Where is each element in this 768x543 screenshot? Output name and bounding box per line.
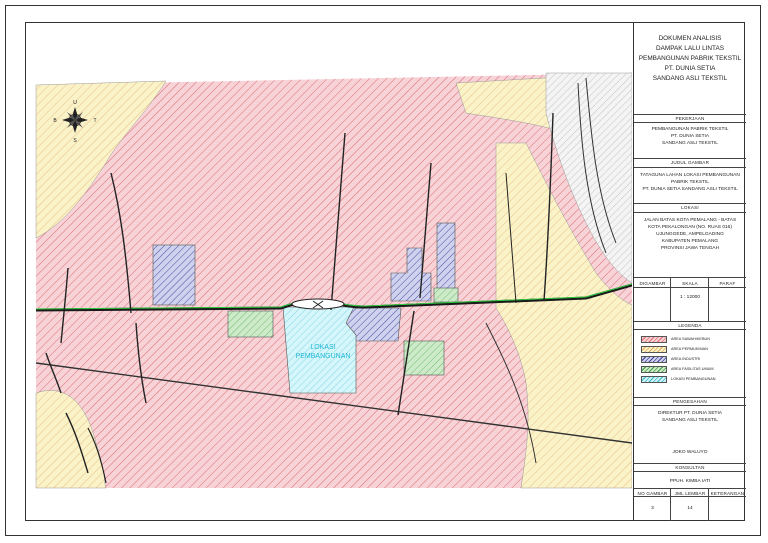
pekerjaan-line: PEMBANGUNAN PABRIK TEKSTIL (651, 127, 729, 132)
judul-line: PABRIK TEKSTIL (671, 180, 709, 185)
divider (634, 122, 746, 123)
lokasi-line: KABUPATEN PEMALANG (661, 239, 719, 244)
divider (634, 329, 746, 330)
divider (634, 287, 746, 288)
industri-1 (152, 244, 196, 306)
legend-swatch (641, 346, 667, 353)
land-use-map: LOKASI PEMBANGUNAN U S B T (35, 72, 632, 489)
divider (634, 405, 746, 406)
judul-header: JUDUL GAMBAR (670, 160, 710, 165)
pengesahan-line: SANDANG ASLI TEKSTIL (662, 418, 718, 423)
konsultan-name: PPUH. KIMBA IATI (669, 479, 711, 484)
legend-item: AREA PERMUKIMAN (641, 346, 741, 354)
document-title: DOKUMEN ANALISIS DAMPAK LALU LINTAS PEMB… (634, 34, 746, 84)
divider (634, 167, 746, 168)
legend-swatch (641, 366, 667, 373)
legend-swatch (641, 356, 667, 363)
jml-lembar-value: 14 (687, 506, 693, 511)
judul-line: PT. DUNIA SETIA SANDANG ASLI TEKSTIL (642, 187, 738, 192)
doc-title-line: SANDANG ASLI TEKSTIL (652, 75, 728, 82)
legend-item: AREA INDUSTRI (641, 356, 741, 364)
pengesahan-line: DIREKTUR PT. DUNIA SETIA (658, 411, 722, 416)
pengesahan-text: DIREKTUR PT. DUNIA SETIA SANDANG ASLI TE… (634, 410, 746, 424)
pekerjaan-line: PT. DUNIA SETIA (670, 134, 710, 139)
industri-3 (436, 222, 456, 294)
pengesahan-header: PENGESAHAN (673, 399, 707, 404)
title-block: DOKUMEN ANALISIS DAMPAK LALU LINTAS PEMB… (633, 22, 746, 521)
lokasi-header: LOKASI (681, 205, 699, 210)
no-gambar-cell: NO GAMBAR 3 (634, 488, 671, 521)
lokasi-line: PROVINSI JAWA TENGAH (660, 246, 720, 251)
divider (634, 212, 746, 213)
konsultan-header: KONSULTAN (675, 465, 705, 470)
site-label-line1: LOKASI (310, 344, 335, 351)
legend-swatch (641, 376, 667, 383)
fasum-1 (227, 310, 274, 338)
paraf-header: PARAF (719, 281, 736, 286)
doc-title-line: PEMBANGUNAN PABRIK TEKSTIL (638, 55, 742, 62)
legenda-header: LEGENDA (678, 323, 702, 328)
doc-title-line: DOKUMEN ANALISIS (658, 35, 722, 42)
pekerjaan-header: PEKERJAAN (675, 116, 705, 121)
lokasi-text: JALAN BATAS KOTA PEMALANG - BATAS KOTA P… (634, 217, 746, 252)
lokasi-line: UJUNGGEDE, AMPELGADING (656, 232, 724, 237)
lokasi-line: JALAN BATAS KOTA PEMALANG - BATAS (643, 218, 737, 223)
doc-title-line: PT. DUNIA SETIA (664, 65, 716, 72)
skala-header: SKALA (682, 281, 698, 286)
compass-east: T (93, 118, 96, 124)
fasum-2 (403, 340, 445, 376)
lokasi-line: KOTA PEKALONGAN (NO. RUAS 016) (648, 225, 732, 230)
legend-item: AREA SAWAH/KEBUN (641, 336, 741, 344)
pekerjaan-line: SANDANG ASLI TEKSTIL (662, 141, 718, 146)
pekerjaan-text: PEMBANGUNAN PABRIK TEKSTIL PT. DUNIA SET… (634, 126, 746, 147)
compass-north: U (73, 100, 77, 106)
fasum-3 (433, 287, 459, 303)
jml-lembar-cell: JML LEMBAR 14 (671, 488, 709, 521)
divider (634, 471, 746, 472)
judul-text: TATAGUNA LAHAN LOKASI PEMBANGUNAN PABRIK… (634, 172, 746, 193)
legend-swatch (641, 336, 667, 343)
signatory-name: JOKO WALUYO (672, 450, 708, 455)
digambar-cell: DIGAMBAR (634, 277, 671, 321)
no-gambar-value: 3 (651, 506, 654, 511)
skala-value: 1 : 12000 (679, 295, 700, 300)
legend-label: AREA PERMUKIMAN (671, 347, 708, 351)
digambar-header: DIGAMBAR (639, 281, 666, 286)
legend-label: AREA INDUSTRI (671, 357, 701, 361)
legend-item: AREA FASILITAS UMUM (641, 366, 741, 374)
legend-label: LOKASI PEMBANGUNAN (671, 377, 716, 381)
divider (634, 496, 746, 497)
legend-label: AREA FASILITAS UMUM (671, 367, 714, 371)
doc-title-line: DAMPAK LALU LINTAS (656, 45, 724, 52)
judul-line: TATAGUNA LAHAN LOKASI PEMBANGUNAN (640, 173, 740, 178)
legend-label: AREA SAWAH/KEBUN (671, 337, 710, 341)
legend-item: LOKASI PEMBANGUNAN (641, 376, 741, 384)
site-label-line2: PEMBANGUNAN (296, 353, 351, 360)
skala-cell: SKALA 1 : 12000 (671, 277, 709, 321)
